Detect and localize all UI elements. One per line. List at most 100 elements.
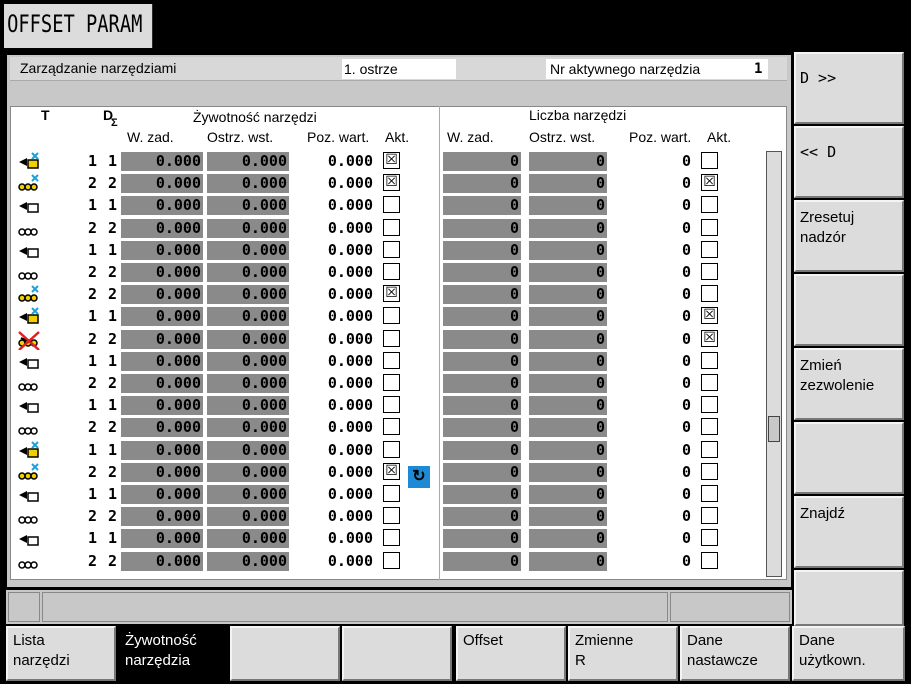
softkey-vertical-6[interactable]	[794, 422, 904, 494]
count-active-checkbox[interactable]	[701, 418, 718, 436]
count-active-checkbox[interactable]	[701, 240, 718, 258]
count-setpoint[interactable]: 0	[443, 374, 521, 393]
life-prewarning[interactable]: 0.000	[207, 218, 289, 238]
life-active-checkbox[interactable]	[383, 329, 400, 347]
count-prewarning[interactable]: 0	[529, 152, 607, 171]
table-row[interactable]: 2 2 0.000 0.000 0.000 0 0 0	[11, 551, 771, 573]
life-active-checkbox[interactable]	[383, 529, 400, 547]
life-prewarning[interactable]: 0.000	[207, 418, 289, 438]
table-row[interactable]: 2 2 0.000 0.000 0.000 ☒ 0 0 0 ☒	[11, 173, 771, 195]
life-prewarning[interactable]: 0.000	[207, 462, 289, 482]
life-active-checkbox[interactable]	[383, 218, 400, 236]
life-active-checkbox[interactable]: ☒	[383, 285, 400, 303]
count-setpoint[interactable]: 0	[443, 152, 521, 171]
count-setpoint[interactable]: 0	[443, 351, 521, 371]
life-setpoint[interactable]: 0.000	[121, 551, 203, 571]
count-setpoint[interactable]: 0	[443, 507, 521, 527]
life-active-checkbox[interactable]	[383, 396, 400, 414]
count-prewarning[interactable]: 0	[529, 285, 607, 305]
count-active-checkbox[interactable]: ☒	[701, 329, 718, 347]
count-active-checkbox[interactable]	[701, 462, 718, 480]
life-setpoint[interactable]: 0.000	[121, 263, 203, 282]
count-active-checkbox[interactable]: ☒	[701, 174, 718, 192]
life-prewarning[interactable]: 0.000	[207, 396, 289, 416]
life-active-checkbox[interactable]	[383, 440, 400, 458]
scrollbar-thumb[interactable]	[768, 416, 780, 442]
life-setpoint[interactable]: 0.000	[121, 374, 203, 393]
softkey-horizontal-7[interactable]: Dane nastawcze	[680, 626, 790, 681]
count-prewarning[interactable]: 0	[529, 218, 607, 238]
life-setpoint[interactable]: 0.000	[121, 307, 203, 327]
count-active-checkbox[interactable]	[701, 285, 718, 303]
count-setpoint[interactable]: 0	[443, 307, 521, 327]
softkey-horizontal-1[interactable]: Lista narzędzi	[6, 626, 116, 681]
table-row[interactable]: 1 1 0.000 0.000 0.000 0 0 0	[11, 351, 771, 373]
life-setpoint[interactable]: 0.000	[121, 174, 203, 194]
table-row[interactable]: 1 1 0.000 0.000 0.000 0 0 0	[11, 395, 771, 417]
life-active-checkbox[interactable]	[383, 196, 400, 214]
softkey-vertical-1[interactable]: D >>	[794, 52, 904, 124]
count-setpoint[interactable]: 0	[443, 285, 521, 305]
life-active-checkbox[interactable]: ☒	[383, 174, 400, 192]
table-row[interactable]: 2 2 0.000 0.000 0.000 0 0 0	[11, 262, 771, 284]
life-setpoint[interactable]: 0.000	[121, 196, 203, 216]
life-setpoint[interactable]: 0.000	[121, 218, 203, 238]
count-active-checkbox[interactable]	[701, 507, 718, 525]
count-active-checkbox[interactable]	[701, 529, 718, 547]
count-setpoint[interactable]: 0	[443, 551, 521, 571]
table-row[interactable]: 1 1 0.000 0.000 0.000 0 0 0 ☒	[11, 306, 771, 328]
life-prewarning[interactable]: 0.000	[207, 551, 289, 571]
life-setpoint[interactable]: 0.000	[121, 418, 203, 438]
life-prewarning[interactable]: 0.000	[207, 507, 289, 527]
count-prewarning[interactable]: 0	[529, 263, 607, 282]
count-active-checkbox[interactable]	[701, 351, 718, 369]
softkey-vertical-2[interactable]: << D	[794, 126, 904, 198]
count-prewarning[interactable]: 0	[529, 507, 607, 527]
count-active-checkbox[interactable]	[701, 396, 718, 414]
count-prewarning[interactable]: 0	[529, 440, 607, 460]
count-prewarning[interactable]: 0	[529, 462, 607, 482]
table-row[interactable]: 2 2 0.000 0.000 0.000 0 0 0	[11, 506, 771, 528]
count-prewarning[interactable]: 0	[529, 240, 607, 260]
life-active-checkbox[interactable]	[383, 418, 400, 436]
life-prewarning[interactable]: 0.000	[207, 351, 289, 371]
life-setpoint[interactable]: 0.000	[121, 485, 203, 504]
life-prewarning[interactable]: 0.000	[207, 329, 289, 349]
count-prewarning[interactable]: 0	[529, 351, 607, 371]
softkey-horizontal-2[interactable]: Żywotność narzędzia	[118, 626, 228, 681]
count-setpoint[interactable]: 0	[443, 418, 521, 438]
table-row[interactable]: 2 2 0.000 0.000 0.000 ☒ 0 0 0	[11, 462, 771, 484]
count-active-checkbox[interactable]	[701, 440, 718, 458]
count-setpoint[interactable]: 0	[443, 174, 521, 194]
count-prewarning[interactable]: 0	[529, 174, 607, 194]
softkey-horizontal-8[interactable]: Dane użytkown.	[792, 626, 905, 681]
count-setpoint[interactable]: 0	[443, 329, 521, 349]
table-row[interactable]: 2 2 0.000 0.000 0.000 0 0 0	[11, 373, 771, 395]
life-prewarning[interactable]: 0.000	[207, 440, 289, 460]
softkey-horizontal-5[interactable]: Offset	[456, 626, 566, 681]
count-active-checkbox[interactable]	[701, 218, 718, 236]
count-prewarning[interactable]: 0	[529, 374, 607, 393]
life-prewarning[interactable]: 0.000	[207, 285, 289, 305]
softkey-vertical-5[interactable]: Zmień zezwolenie	[794, 348, 904, 420]
softkey-vertical-3[interactable]: Zresetuj nadzór	[794, 200, 904, 272]
table-row[interactable]: 2 2 0.000 0.000 0.000 0 0 0 ☒	[11, 329, 771, 351]
count-setpoint[interactable]: 0	[443, 440, 521, 460]
life-prewarning[interactable]: 0.000	[207, 307, 289, 327]
edge-field[interactable]: 1. ostrze	[342, 59, 456, 79]
softkey-vertical-4[interactable]	[794, 274, 904, 346]
count-prewarning[interactable]: 0	[529, 196, 607, 216]
count-active-checkbox[interactable]	[701, 374, 718, 391]
table-row[interactable]: 1 1 0.000 0.000 0.000 0 0 0	[11, 240, 771, 262]
table-row[interactable]: 1 1 0.000 0.000 0.000 ☒ 0 0 0	[11, 151, 771, 173]
table-row[interactable]: 1 1 0.000 0.000 0.000 0 0 0	[11, 528, 771, 550]
life-prewarning[interactable]: 0.000	[207, 374, 289, 393]
life-setpoint[interactable]: 0.000	[121, 507, 203, 527]
softkey-horizontal-3[interactable]	[230, 626, 340, 681]
life-active-checkbox[interactable]	[383, 551, 400, 569]
life-prewarning[interactable]: 0.000	[207, 529, 289, 549]
count-prewarning[interactable]: 0	[529, 485, 607, 504]
count-prewarning[interactable]: 0	[529, 529, 607, 549]
life-active-checkbox[interactable]	[383, 240, 400, 258]
life-active-checkbox[interactable]	[383, 507, 400, 525]
